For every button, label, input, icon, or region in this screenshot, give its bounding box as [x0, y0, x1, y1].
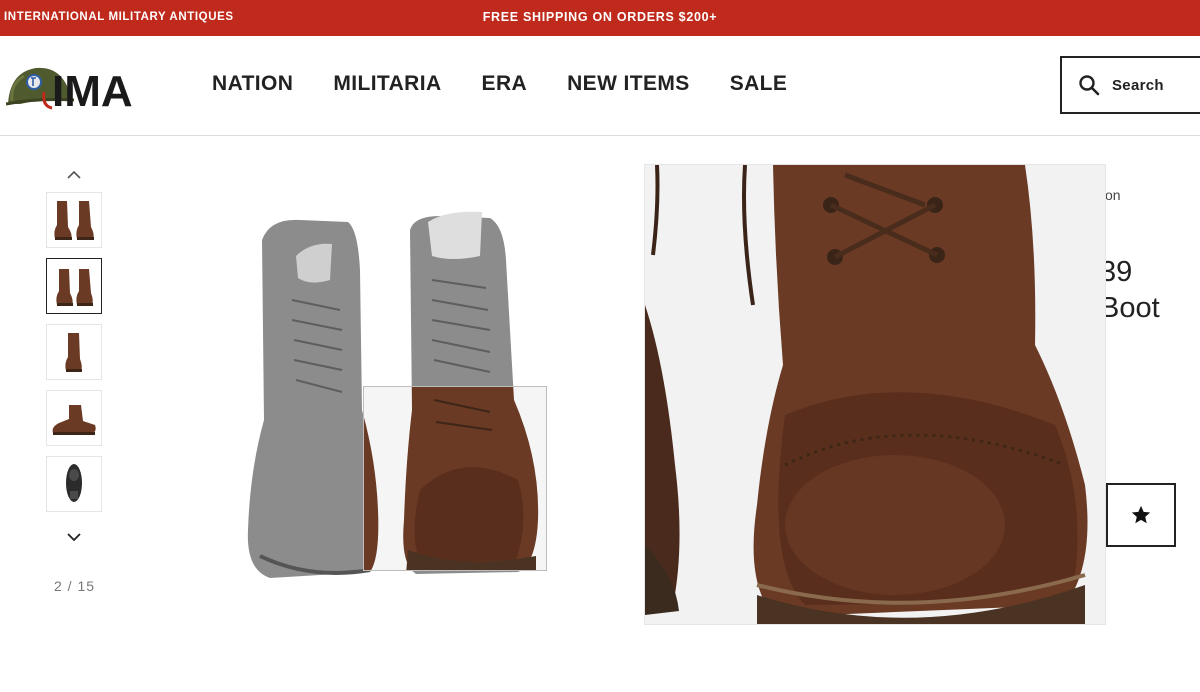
- boots-thumbnail-image: [56, 269, 93, 306]
- boot-toe-zoom-image: [645, 165, 1105, 624]
- search-label: Search: [1112, 76, 1164, 94]
- main-nav: NATION MILITARIA ERA NEW ITEMS SALE: [212, 72, 827, 96]
- magnifier-icon: [1079, 75, 1100, 96]
- chevron-down-icon[interactable]: [64, 530, 84, 544]
- banner-shipping-text[interactable]: FREE SHIPPING ON ORDERS $200+: [0, 10, 1200, 24]
- helmet-logo-icon: IMA: [5, 67, 133, 116]
- main-product-image[interactable]: [200, 160, 600, 600]
- nav-nation[interactable]: NATION: [212, 72, 293, 96]
- nav-era[interactable]: ERA: [482, 72, 528, 96]
- wishlist-button[interactable]: [1106, 483, 1176, 547]
- nav-new-items[interactable]: NEW ITEMS: [567, 72, 690, 96]
- zoom-preview: [644, 164, 1106, 625]
- boot-profile-thumbnail-image: [52, 405, 96, 435]
- promo-banner: INTERNATIONAL MILITARY ANTIQUES FREE SHI…: [0, 0, 1200, 36]
- search-box[interactable]: Search: [1060, 56, 1200, 114]
- thumbnail-4[interactable]: [46, 390, 102, 446]
- boots-main-image: [247, 211, 547, 579]
- image-counter: 2 / 15: [54, 578, 96, 594]
- product-title-fragment-2: Boot: [1100, 292, 1160, 324]
- thumbnail-5[interactable]: [46, 456, 102, 512]
- boots-thumbnail-image: [54, 201, 94, 240]
- nav-militaria[interactable]: MILITARIA: [333, 72, 441, 96]
- site-header: IMA NATION MILITARIA ERA NEW ITEMS SALE …: [0, 36, 1200, 136]
- boot-sole-thumbnail-image: [66, 464, 82, 502]
- boot-side-thumbnail-image: [65, 333, 82, 372]
- thumbnail-3[interactable]: [46, 324, 102, 380]
- thumbnail-2-active[interactable]: [46, 258, 102, 314]
- chevron-up-icon[interactable]: [64, 168, 84, 182]
- nav-sale[interactable]: SALE: [730, 72, 788, 96]
- thumbnail-1[interactable]: [46, 192, 102, 248]
- ima-logo[interactable]: IMA: [5, 54, 166, 116]
- svg-text:IMA: IMA: [52, 67, 133, 114]
- star-icon: [1131, 505, 1151, 524]
